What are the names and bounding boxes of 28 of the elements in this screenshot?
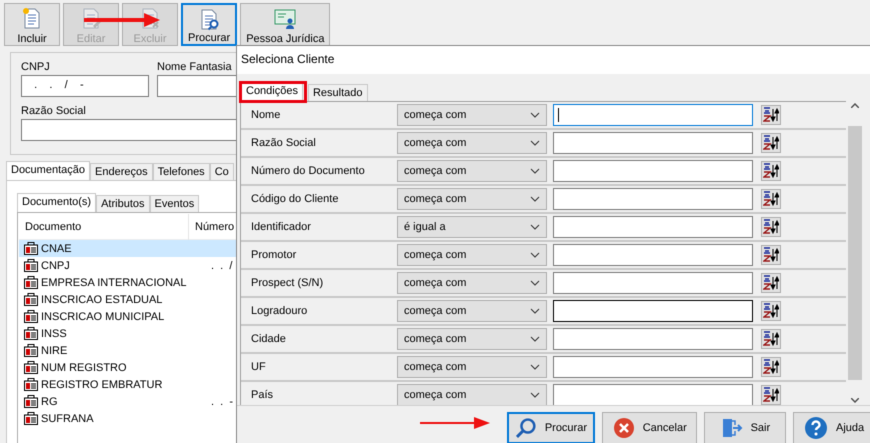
document-name: SUFRANA (40, 412, 95, 424)
dialog-title: Seleciona Cliente (237, 46, 870, 74)
condition-label: Razão Social (250, 137, 317, 149)
condition-label: Prospect (S/N) (250, 277, 324, 289)
condition-label: Promotor (250, 249, 298, 261)
document-number: . . / (210, 260, 232, 272)
document-name: EMPRESA INTERNACIONAL (40, 276, 188, 288)
document-name: NUM REGISTRO (40, 362, 128, 374)
document-name: INSS (40, 328, 68, 340)
document-number: . . - (210, 396, 233, 408)
field-label: Nome Fantasia (157, 61, 232, 73)
condition-label: Logradouro (250, 305, 308, 317)
document-name: CNAE (40, 242, 73, 254)
condition-label: Número do Documento (250, 165, 366, 177)
document-name: CNPJ (40, 260, 71, 272)
condition-label: Nome (250, 109, 282, 121)
field-label: CNPJ (21, 61, 50, 73)
document-name: INSCRICAO ESTADUAL (40, 294, 164, 306)
condition-label: Cidade (250, 333, 287, 345)
document-name: REGISTRO EMBRATUR (40, 378, 164, 390)
document-name: NIRE (40, 344, 68, 356)
condition-label: Código do Cliente (250, 193, 340, 205)
condition-label: País (250, 389, 274, 401)
condition-label: UF (250, 361, 267, 373)
condition-label: Identificador (250, 221, 312, 233)
document-name: INSCRICAO MUNICIPAL (40, 310, 166, 322)
field-label: Razão Social (21, 104, 86, 116)
document-name: RG (40, 396, 58, 408)
